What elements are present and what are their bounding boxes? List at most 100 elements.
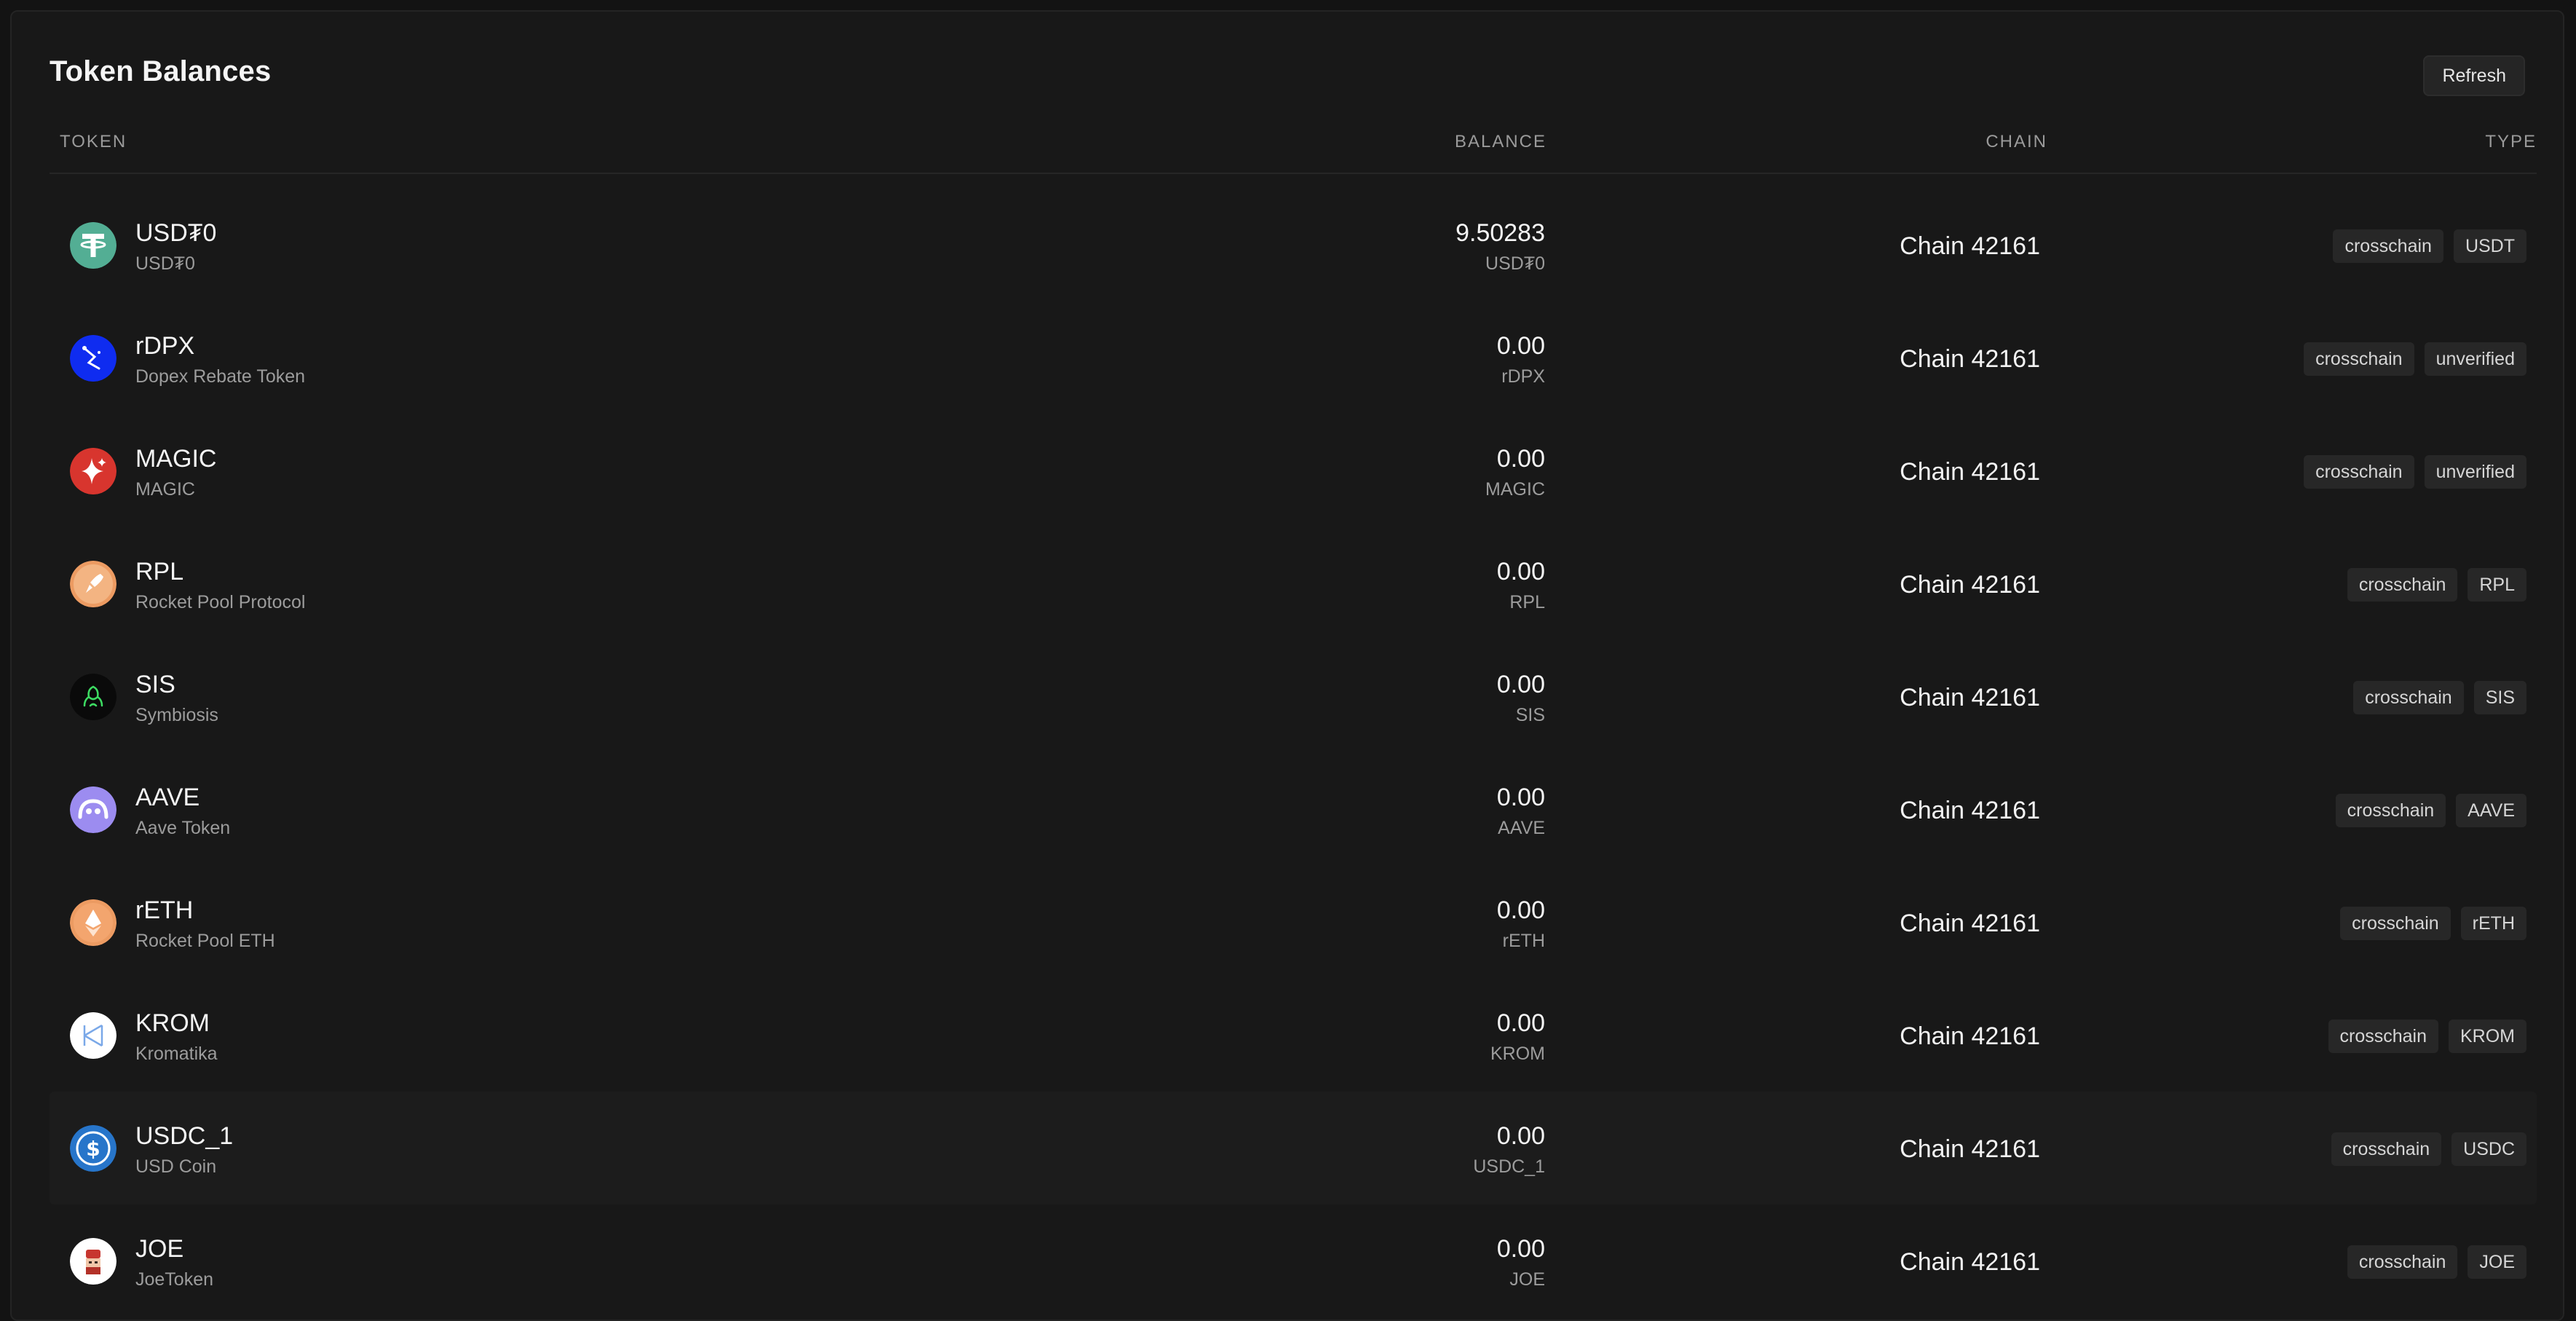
type-badge: crosschain: [2328, 1020, 2438, 1053]
type-badge: crosschain: [2304, 455, 2414, 489]
token-symbol: rDPX: [135, 332, 195, 360]
table-row[interactable]: AAVE Aave Token 0.00 AAVE Chain 42161 cr…: [50, 753, 2537, 866]
svg-text:$: $: [86, 1137, 100, 1161]
token-chain: Chain 42161: [1900, 1022, 2040, 1050]
type-badge: unverified: [2424, 455, 2526, 489]
token-balance: 9.50283: [1455, 219, 1545, 247]
aave-icon: [70, 786, 116, 833]
balance-symbol: RPL: [1509, 592, 1545, 612]
type-badge: AAVE: [2456, 794, 2526, 827]
joe-icon: [70, 1238, 116, 1285]
type-badge: crosschain: [2333, 229, 2443, 263]
token-table: TOKEN BALANCE CHAIN TYPE USD₮0 USD₮0 9.5…: [50, 125, 2537, 1317]
token-symbol: USDC_1: [135, 1122, 234, 1150]
type-badge: unverified: [2424, 342, 2526, 376]
table-row[interactable]: RPL Rocket Pool Protocol 0.00 RPL Chain …: [50, 527, 2537, 640]
token-type-tags: crosschain JOE: [2347, 1245, 2526, 1279]
token-symbol: SIS: [135, 671, 175, 698]
table-row[interactable]: KROM Kromatika 0.00 KROM Chain 42161 cro…: [50, 979, 2537, 1092]
token-balances-panel: Token Balances Refresh TOKEN BALANCE CHA…: [10, 10, 2564, 1321]
column-header-balance[interactable]: BALANCE: [1455, 132, 1546, 152]
token-chain: Chain 42161: [1900, 458, 2040, 486]
token-name: USD₮0: [135, 253, 195, 274]
token-balance: 0.00: [1496, 558, 1545, 585]
balance-symbol: MAGIC: [1485, 479, 1545, 500]
token-type-tags: crosschain USDC: [2331, 1132, 2526, 1166]
token-chain: Chain 42161: [1900, 1135, 2040, 1163]
token-symbol: rETH: [135, 896, 194, 924]
type-badge: KROM: [2449, 1020, 2526, 1053]
token-name: Kromatika: [135, 1044, 218, 1064]
token-balance: 0.00: [1496, 896, 1545, 924]
panel-header: Token Balances Refresh: [50, 47, 2525, 105]
token-balance: 0.00: [1496, 1235, 1545, 1263]
balance-symbol: KROM: [1490, 1044, 1545, 1064]
token-type-tags: crosschain KROM: [2328, 1020, 2526, 1053]
type-badge: USDC: [2451, 1132, 2526, 1166]
krom-icon: [70, 1012, 116, 1059]
token-type-tags: crosschain SIS: [2353, 681, 2526, 714]
token-name: MAGIC: [135, 479, 195, 500]
type-badge: crosschain: [2335, 794, 2446, 827]
column-header-token[interactable]: TOKEN: [60, 132, 127, 152]
balance-symbol: USD₮0: [1485, 253, 1545, 274]
token-chain: Chain 42161: [1900, 571, 2040, 599]
type-badge: crosschain: [2353, 681, 2464, 714]
token-type-tags: crosschain RPL: [2347, 568, 2526, 602]
type-badge: crosschain: [2304, 342, 2414, 376]
token-type-tags: crosschain unverified: [2304, 455, 2526, 489]
token-name: Rocket Pool Protocol: [135, 592, 306, 612]
balance-symbol: AAVE: [1498, 818, 1545, 838]
token-name: Symbiosis: [135, 705, 218, 725]
token-balance: 0.00: [1496, 445, 1545, 473]
usdc-icon: $: [70, 1125, 116, 1172]
table-row[interactable]: $ USDC_1 USD Coin 0.00 USDC_1 Chain 4216…: [50, 1092, 2537, 1204]
refresh-button[interactable]: Refresh: [2423, 55, 2525, 96]
table-row[interactable]: USD₮0 USD₮0 9.50283 USD₮0 Chain 42161 cr…: [50, 189, 2537, 301]
reth-icon: [70, 899, 116, 946]
token-symbol: USD₮0: [135, 219, 217, 247]
balance-symbol: rETH: [1502, 931, 1545, 951]
token-chain: Chain 42161: [1900, 345, 2040, 373]
token-chain: Chain 42161: [1900, 797, 2040, 824]
table-row[interactable]: MAGIC MAGIC 0.00 MAGIC Chain 42161 cross…: [50, 414, 2537, 527]
token-name: JoeToken: [135, 1269, 214, 1290]
type-badge: crosschain: [2347, 1245, 2458, 1279]
table-row[interactable]: rETH Rocket Pool ETH 0.00 rETH Chain 421…: [50, 866, 2537, 979]
token-name: Aave Token: [135, 818, 231, 838]
type-badge: JOE: [2468, 1245, 2526, 1279]
table-row[interactable]: rDPX Dopex Rebate Token 0.00 rDPX Chain …: [50, 301, 2537, 414]
tether-icon: [70, 222, 116, 269]
table-row[interactable]: SIS Symbiosis 0.00 SIS Chain 42161 cross…: [50, 640, 2537, 753]
token-balance: 0.00: [1496, 1009, 1545, 1037]
symbiosis-icon: [70, 674, 116, 720]
column-header-type[interactable]: TYPE: [2485, 132, 2537, 152]
type-badge: crosschain: [2340, 907, 2451, 940]
balance-symbol: SIS: [1515, 705, 1545, 725]
table-row[interactable]: JOE JoeToken 0.00 JOE Chain 42161 crossc…: [50, 1204, 2537, 1317]
rocket-icon: [70, 561, 116, 607]
token-chain: Chain 42161: [1900, 684, 2040, 711]
token-type-tags: crosschain rETH: [2340, 907, 2526, 940]
token-symbol: JOE: [135, 1235, 184, 1263]
table-header: TOKEN BALANCE CHAIN TYPE: [50, 125, 2537, 174]
token-chain: Chain 42161: [1900, 1248, 2040, 1276]
token-symbol: MAGIC: [135, 445, 217, 473]
token-symbol: AAVE: [135, 784, 200, 811]
column-header-chain[interactable]: CHAIN: [1986, 132, 2047, 152]
type-badge: RPL: [2468, 568, 2526, 602]
type-badge: crosschain: [2331, 1132, 2442, 1166]
token-type-tags: crosschain unverified: [2304, 342, 2526, 376]
token-balance: 0.00: [1496, 1122, 1545, 1150]
type-badge: rETH: [2460, 907, 2526, 940]
token-name: Dopex Rebate Token: [135, 366, 306, 387]
token-type-tags: crosschain AAVE: [2335, 794, 2526, 827]
type-badge: USDT: [2453, 229, 2526, 263]
token-chain: Chain 42161: [1900, 910, 2040, 937]
token-balance: 0.00: [1496, 784, 1545, 811]
token-balance: 0.00: [1496, 332, 1545, 360]
magic-icon: [70, 448, 116, 494]
token-name: Rocket Pool ETH: [135, 931, 275, 951]
token-balance: 0.00: [1496, 671, 1545, 698]
balance-symbol: rDPX: [1501, 366, 1545, 387]
